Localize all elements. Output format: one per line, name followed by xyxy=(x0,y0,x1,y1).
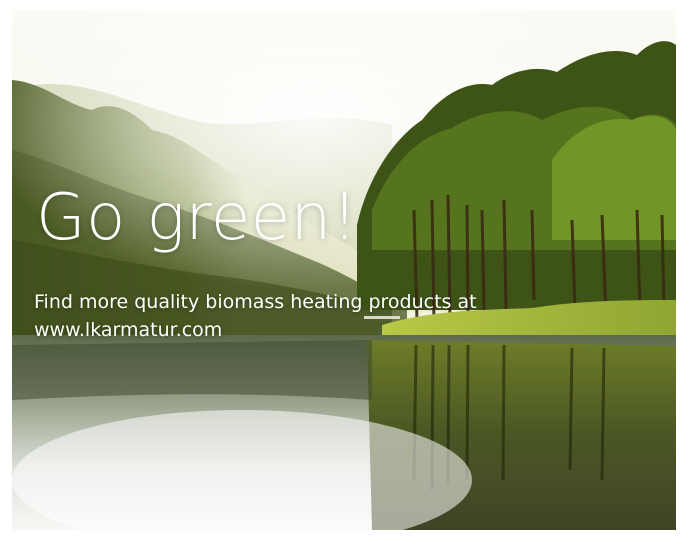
forest-lake-photo xyxy=(12,10,676,530)
headline: Go green! xyxy=(36,181,358,255)
tagline: Find more quality biomass heating produc… xyxy=(34,288,554,344)
website-link[interactable]: www.lkarmatur.com xyxy=(34,316,554,344)
tagline-line-1: Find more quality biomass heating produc… xyxy=(34,291,477,313)
promo-banner: Go green! Find more quality biomass heat… xyxy=(12,10,676,530)
